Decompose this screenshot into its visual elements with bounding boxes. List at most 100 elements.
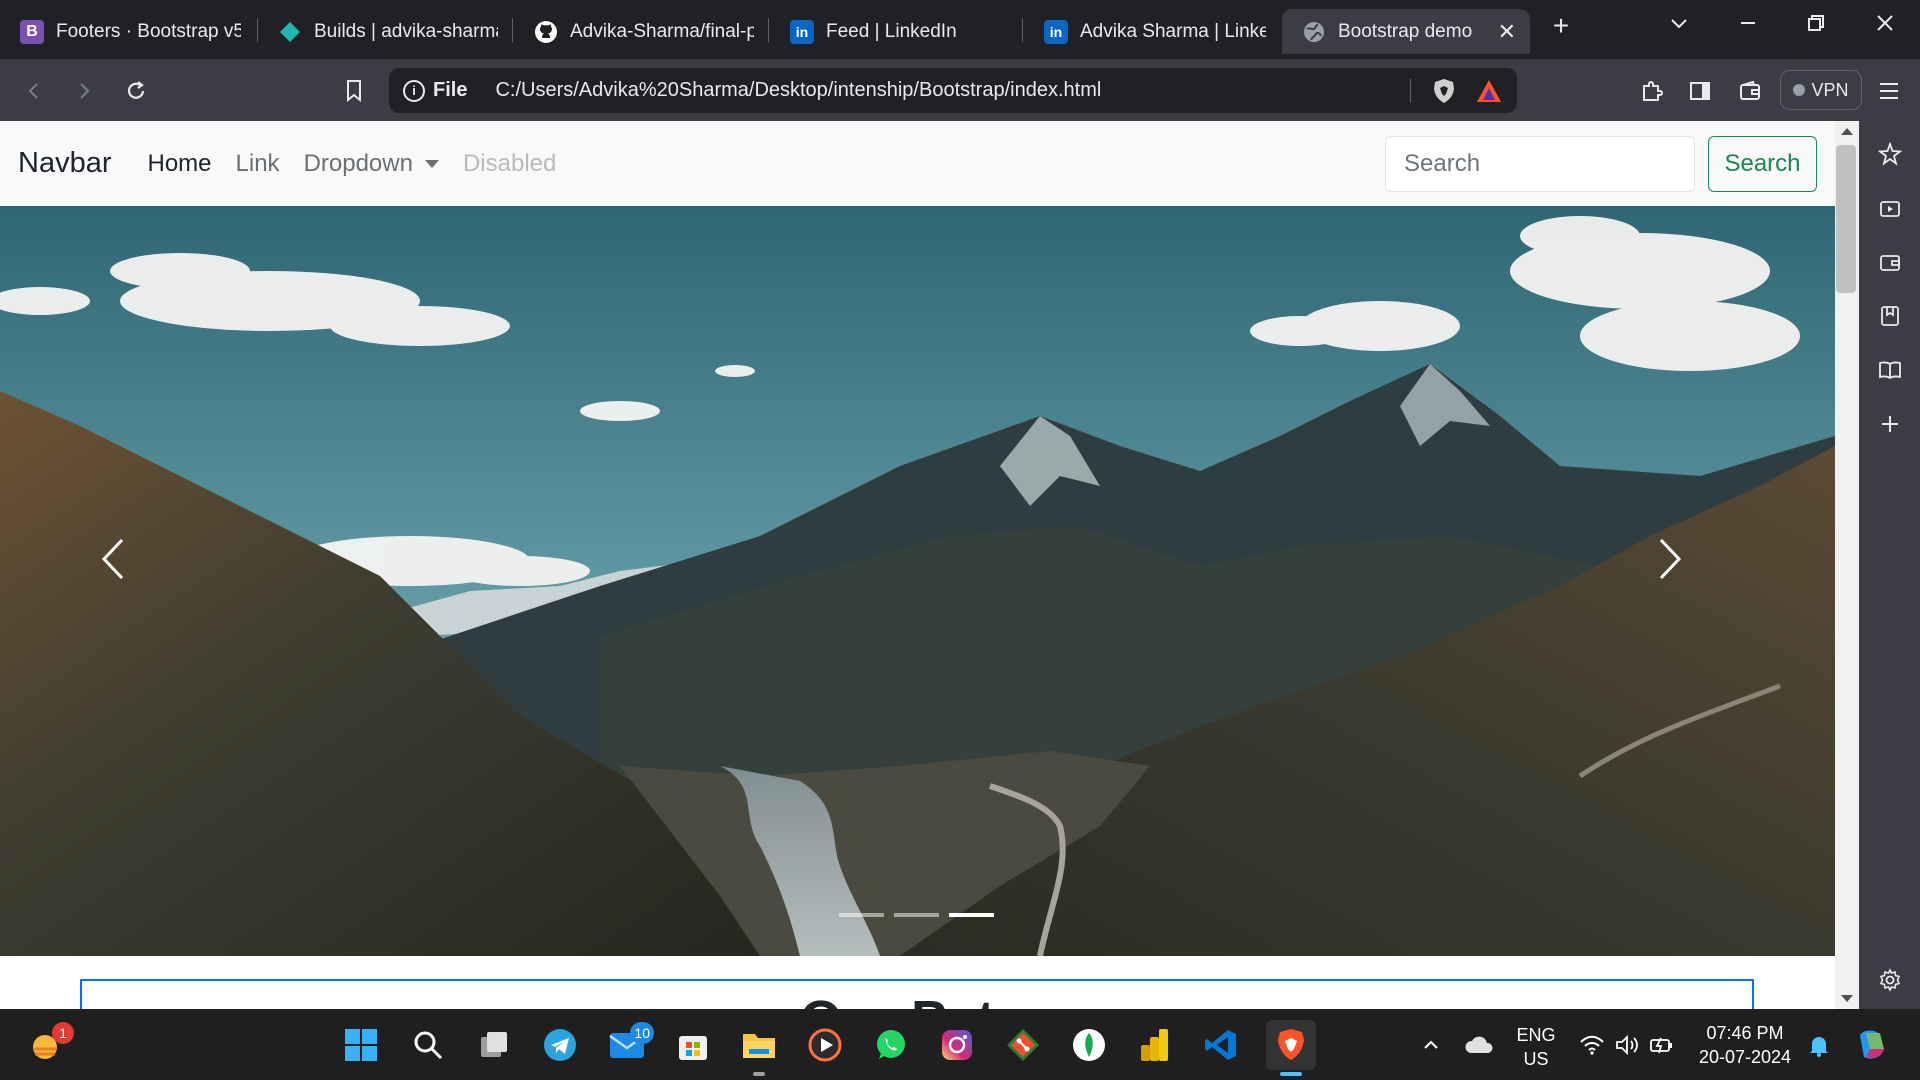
reading-list-icon[interactable] xyxy=(1877,357,1903,383)
menu-icon[interactable] xyxy=(1873,75,1905,107)
wallet-panel-icon[interactable] xyxy=(1877,249,1903,275)
tab-github[interactable]: Advika-Sharma/final-pr xyxy=(514,9,768,54)
bookmarks-panel-icon[interactable] xyxy=(1877,303,1903,329)
file-explorer-icon[interactable] xyxy=(740,1026,778,1076)
brave-icon[interactable] xyxy=(1266,1020,1316,1076)
carousel-indicator[interactable] xyxy=(839,913,884,917)
region-code: US xyxy=(1523,1049,1549,1069)
github-icon xyxy=(534,20,558,44)
close-tab-icon[interactable]: ✕ xyxy=(1480,19,1516,45)
scroll-up-icon[interactable] xyxy=(1841,128,1853,135)
browser-side-panel xyxy=(1859,121,1920,1009)
mongodb-icon[interactable] xyxy=(1070,1026,1108,1064)
linkedin-icon: in xyxy=(1044,19,1068,44)
tab-bootstrap-demo[interactable]: Bootstrap demo ✕ xyxy=(1282,9,1530,54)
carousel xyxy=(0,206,1835,956)
tab-title: Feed | LinkedIn xyxy=(826,20,957,42)
navbar: Navbar Home Link Dropdown Disabled Searc… xyxy=(0,121,1835,206)
task-view-icon[interactable] xyxy=(475,1026,513,1064)
tab-linkedin-profile[interactable]: in Advika Sharma | Linked xyxy=(1024,9,1280,54)
reload-icon[interactable] xyxy=(120,75,152,107)
tab-search-chevron-icon[interactable] xyxy=(1661,12,1697,40)
settings-gear-icon[interactable] xyxy=(1877,967,1903,993)
weather-badge: 1 xyxy=(52,1022,74,1044)
wallet-icon[interactable] xyxy=(1734,75,1766,107)
sidebar-toggle-icon[interactable] xyxy=(1684,75,1716,107)
new-tab-button[interactable]: + xyxy=(1543,10,1579,42)
bookmark-icon[interactable] xyxy=(338,75,370,107)
search-input[interactable]: Search xyxy=(1385,136,1695,192)
nav-dropdown-label: Dropdown xyxy=(303,149,413,177)
nav-link-link[interactable]: Link xyxy=(236,150,280,178)
windows-taskbar: 1 10 ENG US 07:46 PM 20-07-2024 xyxy=(0,1009,1920,1080)
carousel-indicator[interactable] xyxy=(894,913,939,917)
minimize-button[interactable] xyxy=(1730,12,1766,40)
leo-ai-icon[interactable] xyxy=(1877,141,1903,167)
weather-widget-icon[interactable]: 1 xyxy=(26,1022,74,1064)
close-window-button[interactable] xyxy=(1867,12,1903,40)
carousel-prev-button[interactable] xyxy=(98,536,178,616)
onedrive-cloud-icon[interactable] xyxy=(1460,1026,1498,1064)
nav-link-disabled: Disabled xyxy=(462,149,557,177)
scroll-down-icon[interactable] xyxy=(1841,995,1853,1002)
site-info-icon[interactable]: i xyxy=(403,79,425,102)
brave-rewards-icon[interactable] xyxy=(1475,78,1503,110)
vpn-label: VPN xyxy=(1811,79,1849,100)
scroll-thumb[interactable] xyxy=(1836,145,1856,293)
battery-icon[interactable] xyxy=(1643,1026,1681,1064)
search-icon[interactable] xyxy=(409,1026,447,1064)
windows-start-icon[interactable] xyxy=(342,1026,380,1064)
page-scrollbar[interactable] xyxy=(1835,121,1859,1009)
show-hidden-icons-chevron-icon[interactable] xyxy=(1412,1026,1450,1064)
tab-title: Footers · Bootstrap v5.3 xyxy=(56,20,241,42)
back-icon[interactable] xyxy=(18,75,50,107)
mail-icon[interactable]: 10 xyxy=(608,1022,654,1064)
vpn-status-icon xyxy=(1793,84,1806,96)
globe-icon xyxy=(1302,20,1326,44)
nav-dropdown[interactable]: Dropdown xyxy=(304,150,439,178)
carousel-indicator-active[interactable] xyxy=(949,913,994,917)
whatsapp-icon[interactable] xyxy=(872,1026,910,1064)
tab-builds[interactable]: Builds | advika-sharma xyxy=(258,9,512,54)
tab-title: Builds | advika-sharma xyxy=(314,20,498,42)
vscode-icon[interactable] xyxy=(1202,1026,1240,1064)
clock-date: 20-07-2024 xyxy=(1698,1047,1792,1067)
linkedin-icon: in xyxy=(790,19,814,44)
tab-linkedin-feed[interactable]: in Feed | LinkedIn xyxy=(770,9,1022,54)
instagram-icon[interactable] xyxy=(938,1026,976,1064)
clock[interactable]: 07:46 PM 20-07-2024 xyxy=(1695,1021,1795,1069)
tab-footers[interactable]: B Footers · Bootstrap v5.3 xyxy=(0,9,255,54)
netlify-icon xyxy=(278,20,302,44)
carousel-next-button[interactable] xyxy=(1655,536,1735,616)
add-panel-icon[interactable] xyxy=(1877,411,1903,437)
git-icon[interactable] xyxy=(1004,1026,1042,1064)
input-language-indicator[interactable]: ENG US xyxy=(1514,1023,1558,1071)
search-button[interactable]: Search xyxy=(1708,136,1817,192)
language-code: ENG xyxy=(1516,1025,1556,1045)
volume-icon[interactable] xyxy=(1608,1026,1646,1064)
restore-button[interactable] xyxy=(1798,12,1834,40)
media-player-icon[interactable] xyxy=(806,1026,844,1064)
clock-time: 07:46 PM xyxy=(1706,1023,1784,1043)
address-bar[interactable]: i File C:/Users/Advika%20Sharma/Desktop/… xyxy=(389,68,1517,113)
section-heading: Our Pat xyxy=(800,989,995,1009)
url-text[interactable]: C:/Users/Advika%20Sharma/Desktop/intensh… xyxy=(495,79,1101,102)
brave-shields-icon[interactable] xyxy=(1431,77,1457,111)
tab-title: Advika-Sharma/final-pr xyxy=(570,20,754,42)
microsoft-store-icon[interactable] xyxy=(674,1026,712,1064)
navbar-brand[interactable]: Navbar xyxy=(18,147,112,180)
vpn-button[interactable]: VPN xyxy=(1780,70,1862,110)
wifi-icon[interactable] xyxy=(1573,1026,1611,1064)
power-bi-icon[interactable] xyxy=(1136,1026,1174,1064)
extensions-icon[interactable] xyxy=(1636,75,1668,107)
telegram-icon[interactable] xyxy=(541,1026,579,1064)
bootstrap-icon: B xyxy=(20,19,44,44)
browser-toolbar: i File C:/Users/Advika%20Sharma/Desktop/… xyxy=(0,59,1920,121)
caret-down-icon xyxy=(424,160,439,169)
playlist-icon[interactable] xyxy=(1877,196,1903,222)
notification-bell-icon[interactable] xyxy=(1800,1026,1838,1064)
tab-title: Advika Sharma | Linked xyxy=(1080,20,1266,42)
nav-link-home[interactable]: Home xyxy=(148,150,212,178)
forward-icon[interactable] xyxy=(68,75,100,107)
copilot-icon[interactable] xyxy=(1853,1026,1891,1064)
